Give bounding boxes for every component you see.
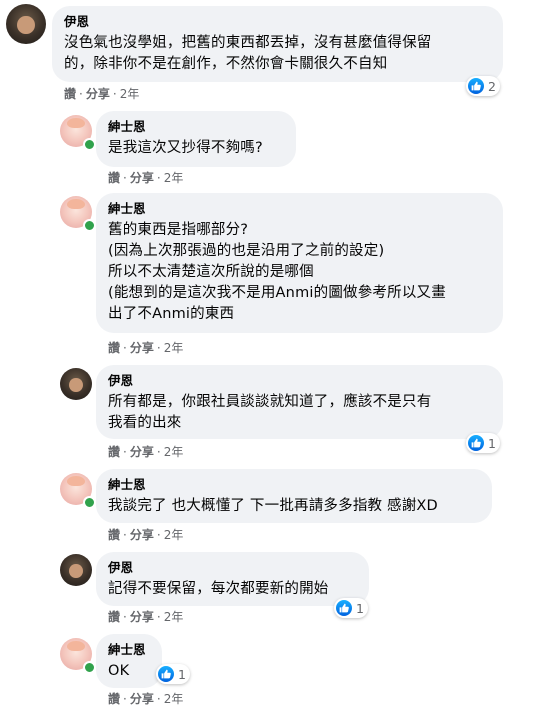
timestamp[interactable]: 2年 — [164, 341, 184, 355]
comment-author[interactable]: 伊恩 — [64, 14, 491, 30]
comment-actions: 讚 · 分享 · 2年 — [108, 340, 183, 356]
reaction-badge[interactable]: 1 — [466, 433, 500, 453]
timestamp[interactable]: 2年 — [164, 528, 184, 542]
separator: · — [156, 445, 161, 459]
comment-actions: 讚 · 分享 · 2年 — [108, 444, 183, 460]
comment-bubble: 伊恩 沒色氣也沒學姐，把舊的東西都丟掉，沒有甚麼值得保留 的，除非你不是在創作，… — [52, 6, 503, 82]
like-button[interactable]: 讚 — [64, 87, 76, 101]
separator: · — [156, 610, 161, 624]
reaction-count: 2 — [488, 78, 496, 94]
like-button[interactable]: 讚 — [108, 341, 120, 355]
avatar[interactable] — [60, 368, 92, 400]
thumbs-up-icon — [158, 666, 174, 682]
comment-actions: 讚 · 分享 · 2年 — [108, 609, 183, 625]
comment-author[interactable]: 紳士恩 — [108, 642, 150, 658]
comment-bubble: 紳士恩 舊的東西是指哪部分? (因為上次那張過的也是沿用了之前的設定) 所以不太… — [96, 193, 503, 333]
comment-text: 是我這次又抄得不夠嗎? — [108, 140, 263, 156]
thumbs-up-icon — [468, 435, 484, 451]
comment-actions: 讚 · 分享 · 2年 — [108, 170, 183, 186]
comment-text: 記得不要保留，每次都要新的開始 — [108, 581, 329, 597]
share-button[interactable]: 分享 — [130, 341, 154, 355]
separator: · — [123, 171, 127, 185]
separator: · — [156, 341, 161, 355]
timestamp[interactable]: 2年 — [120, 87, 140, 101]
comment-bubble: 紳士恩 OK — [96, 634, 162, 688]
comment-bubble: 伊恩 記得不要保留，每次都要新的開始 — [96, 552, 369, 606]
online-status-dot — [83, 661, 96, 674]
comment-author[interactable]: 紳士恩 — [108, 119, 284, 135]
comment-bubble: 伊恩 所有都是，你跟社員談談就知道了，應該不是只有 我看的出來 — [96, 365, 503, 439]
thumbs-up-icon — [468, 78, 484, 94]
comment-author[interactable]: 紳士恩 — [108, 201, 491, 217]
comment-text: 所有都是，你跟社員談談就知道了，應該不是只有 我看的出來 — [108, 394, 432, 431]
share-button[interactable]: 分享 — [130, 171, 154, 185]
avatar[interactable] — [60, 554, 92, 586]
timestamp[interactable]: 2年 — [164, 692, 184, 706]
comment-text: 沒色氣也沒學姐，把舊的東西都丟掉，沒有甚麼值得保留 的，除非你不是在創作，不然你… — [64, 35, 432, 72]
reaction-count: 1 — [356, 600, 364, 616]
comment-author[interactable]: 紳士恩 — [108, 477, 480, 493]
like-button[interactable]: 讚 — [108, 445, 120, 459]
thumbs-up-icon — [336, 600, 352, 616]
timestamp[interactable]: 2年 — [164, 171, 184, 185]
comment-actions: 讚 · 分享 · 2年 — [108, 691, 183, 707]
share-button[interactable]: 分享 — [130, 692, 154, 706]
online-status-dot — [83, 219, 96, 232]
comment-actions: 讚 · 分享 · 2年 — [64, 86, 139, 102]
timestamp[interactable]: 2年 — [164, 610, 184, 624]
share-button[interactable]: 分享 — [130, 528, 154, 542]
separator: · — [123, 610, 127, 624]
separator: · — [123, 341, 127, 355]
like-button[interactable]: 讚 — [108, 692, 120, 706]
comment-author[interactable]: 伊恩 — [108, 373, 491, 389]
online-status-dot — [83, 138, 96, 151]
comment-author[interactable]: 伊恩 — [108, 560, 357, 576]
reaction-count: 1 — [488, 435, 496, 451]
comment-bubble: 紳士恩 我談完了 也大概懂了 下一批再請多多指教 感謝XD — [96, 469, 492, 523]
comment-bubble: 紳士恩 是我這次又抄得不夠嗎? — [96, 111, 296, 167]
online-status-dot — [83, 496, 96, 509]
separator: · — [123, 692, 127, 706]
separator: · — [123, 528, 127, 542]
reaction-count: 1 — [178, 666, 186, 682]
separator: · — [79, 87, 83, 101]
share-button[interactable]: 分享 — [86, 87, 110, 101]
comment-text: 我談完了 也大概懂了 下一批再請多多指教 感謝XD — [108, 498, 438, 514]
separator: · — [156, 692, 161, 706]
avatar[interactable] — [6, 4, 46, 44]
reaction-badge[interactable]: 2 — [466, 76, 500, 96]
reaction-badge[interactable]: 1 — [156, 664, 190, 684]
like-button[interactable]: 讚 — [108, 171, 120, 185]
separator: · — [112, 87, 117, 101]
like-button[interactable]: 讚 — [108, 528, 120, 542]
like-button[interactable]: 讚 — [108, 610, 120, 624]
comment-actions: 讚 · 分享 · 2年 — [108, 527, 183, 543]
separator: · — [156, 528, 161, 542]
separator: · — [123, 445, 127, 459]
share-button[interactable]: 分享 — [130, 610, 154, 624]
share-button[interactable]: 分享 — [130, 445, 154, 459]
reaction-badge[interactable]: 1 — [334, 598, 368, 618]
separator: · — [156, 171, 161, 185]
timestamp[interactable]: 2年 — [164, 445, 184, 459]
comment-text: OK — [108, 663, 130, 679]
comment-text: 舊的東西是指哪部分? (因為上次那張過的也是沿用了之前的設定) 所以不太清楚這次… — [108, 222, 446, 322]
